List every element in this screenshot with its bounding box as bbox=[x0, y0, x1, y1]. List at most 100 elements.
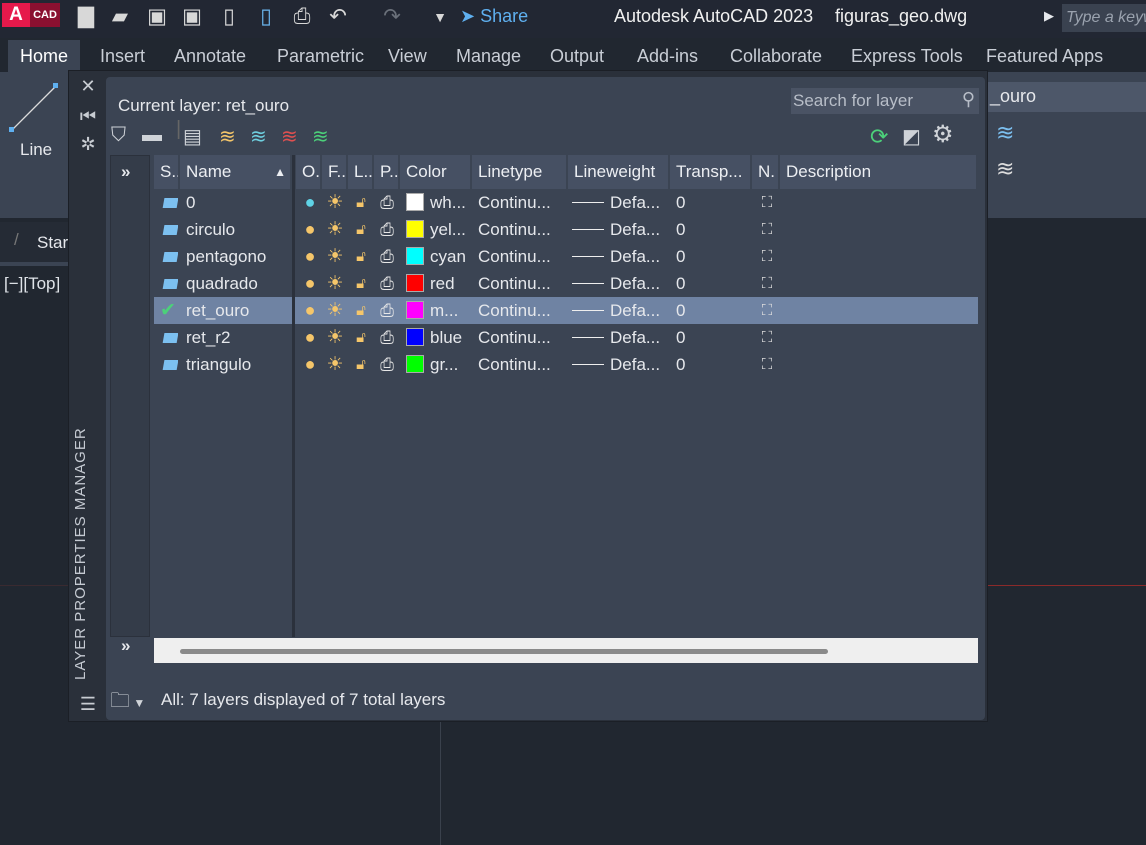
close-icon[interactable]: ✕ bbox=[70, 76, 106, 97]
col-plot[interactable]: P.. bbox=[374, 155, 400, 189]
line-button[interactable]: Line bbox=[0, 72, 68, 218]
set-current-icon[interactable]: ≋ bbox=[312, 124, 329, 149]
layer-row[interactable]: pentagono ● ☀ 🔓︎ ⎙ cyan Continu... Defa... 0 ⛶ bbox=[154, 243, 978, 270]
new-group-filter-icon[interactable]: ▬ bbox=[142, 124, 162, 147]
save-to-mobile-icon[interactable]: ▯ bbox=[254, 5, 278, 29]
layer-row[interactable]: triangulo ● ☀ 🔓︎ ⎙ gr... Continu... Defa... 0 ⛶ bbox=[154, 351, 978, 378]
plot-printer-icon[interactable]: ⎙ bbox=[376, 216, 398, 243]
layer-settings-square-icon[interactable]: ◩ bbox=[902, 124, 921, 149]
layer-name[interactable]: triangulo bbox=[186, 351, 292, 378]
open-folder-icon[interactable]: ▰ bbox=[108, 5, 132, 29]
new-property-filter-icon[interactable]: ⛉ bbox=[111, 124, 126, 147]
share-button[interactable]: ➤ Share bbox=[460, 6, 528, 27]
layer-name[interactable]: ret_ouro bbox=[186, 297, 292, 324]
layer-transparency[interactable]: 0 bbox=[676, 270, 746, 297]
layer-linetype[interactable]: Continu... bbox=[478, 189, 568, 216]
layer-color[interactable]: cyan bbox=[406, 243, 472, 270]
col-description[interactable]: Description bbox=[780, 155, 978, 189]
tab-annotate[interactable]: Annotate bbox=[162, 40, 258, 72]
layer-linetype[interactable]: Continu... bbox=[478, 270, 568, 297]
undo-icon[interactable]: ↶ bbox=[326, 5, 350, 29]
tab-home[interactable]: Home bbox=[8, 40, 81, 72]
layer-name[interactable]: 0 bbox=[186, 189, 292, 216]
plot-printer-icon[interactable]: ⎙ bbox=[376, 243, 398, 270]
new-vp-freeze-icon[interactable]: ⛶ bbox=[756, 324, 778, 351]
thaw-sun-icon[interactable]: ☀ bbox=[324, 351, 346, 378]
tab-parametric[interactable]: Parametric bbox=[265, 40, 376, 72]
settings-gear-icon[interactable]: ⚙ bbox=[932, 120, 954, 149]
layer-lineweight[interactable]: Defa... bbox=[572, 297, 670, 324]
layer-lineweight[interactable]: Defa... bbox=[572, 189, 670, 216]
new-layer-icon[interactable]: ≋ bbox=[219, 124, 236, 149]
plot-icon[interactable]: ⎙ bbox=[290, 5, 314, 29]
tab-addins[interactable]: Add-ins bbox=[625, 40, 710, 72]
plot-printer-icon[interactable]: ⎙ bbox=[376, 324, 398, 351]
new-vp-freeze-icon[interactable]: ⛶ bbox=[756, 189, 778, 216]
layer-lineweight[interactable]: Defa... bbox=[572, 270, 670, 297]
expand-filter-icon[interactable]: » bbox=[121, 162, 130, 182]
on-bulb-icon[interactable]: ● bbox=[300, 324, 320, 351]
layer-dropdown[interactable]: _ouro bbox=[988, 82, 1146, 112]
expand-filter-bottom-icon[interactable]: » bbox=[121, 636, 130, 656]
layer-linetype[interactable]: Continu... bbox=[478, 351, 568, 378]
keyword-search-input[interactable]: Type a keyword bbox=[1062, 4, 1146, 32]
layer-row[interactable]: circulo ● ☀ 🔓︎ ⎙ yel... Continu... Defa... 0 ⛶ bbox=[154, 216, 978, 243]
save-as-icon[interactable]: ▣ bbox=[180, 5, 204, 29]
col-color[interactable]: Color bbox=[400, 155, 472, 189]
match-layer-icon[interactable]: ≋ bbox=[996, 156, 1014, 182]
col-lineweight[interactable]: Lineweight bbox=[568, 155, 670, 189]
col-name[interactable]: Name ▲ bbox=[180, 155, 292, 189]
layer-properties-icon[interactable]: ≋ bbox=[996, 120, 1014, 146]
layer-lineweight[interactable]: Defa... bbox=[572, 324, 670, 351]
layer-color[interactable]: m... bbox=[406, 297, 472, 324]
layer-transparency[interactable]: 0 bbox=[676, 243, 746, 270]
layer-transparency[interactable]: 0 bbox=[676, 297, 746, 324]
layer-name[interactable]: ret_r2 bbox=[186, 324, 292, 351]
layer-color[interactable]: blue bbox=[406, 324, 472, 351]
thaw-sun-icon[interactable]: ☀ bbox=[324, 270, 346, 297]
layer-transparency[interactable]: 0 bbox=[676, 324, 746, 351]
layer-search-input[interactable]: Search for layer ⚲ bbox=[791, 88, 979, 114]
layer-linetype[interactable]: Continu... bbox=[478, 216, 568, 243]
customize-dropdown-icon[interactable]: ▼ bbox=[428, 5, 452, 29]
thaw-sun-icon[interactable]: ☀ bbox=[324, 324, 346, 351]
col-freeze[interactable]: F.. bbox=[322, 155, 348, 189]
new-vp-freeze-icon[interactable]: ⛶ bbox=[756, 270, 778, 297]
new-layer-vp-frozen-icon[interactable]: ≋ bbox=[250, 124, 267, 149]
scrollbar-thumb[interactable] bbox=[180, 649, 828, 654]
layer-row[interactable]: 0 ● ☀ 🔓︎ ⎙ wh... Continu... Defa... 0 ⛶ bbox=[154, 189, 978, 216]
layer-row[interactable]: quadrado ● ☀ 🔓︎ ⎙ red Continu... Defa... 0 ⛶ bbox=[154, 270, 978, 297]
thaw-sun-icon[interactable]: ☀ bbox=[324, 189, 346, 216]
new-vp-freeze-icon[interactable]: ⛶ bbox=[756, 216, 778, 243]
new-vp-freeze-icon[interactable]: ⛶ bbox=[756, 243, 778, 270]
layer-states-manager-icon[interactable]: ▤ bbox=[183, 124, 202, 149]
new-vp-freeze-icon[interactable]: ⛶ bbox=[756, 351, 778, 378]
plot-printer-icon[interactable]: ⎙ bbox=[376, 270, 398, 297]
col-on[interactable]: O. bbox=[296, 155, 322, 189]
new-vp-freeze-icon[interactable]: ⛶ bbox=[756, 297, 778, 324]
layer-linetype[interactable]: Continu... bbox=[478, 243, 568, 270]
layer-color[interactable]: wh... bbox=[406, 189, 472, 216]
open-from-mobile-icon[interactable]: ▯ bbox=[217, 5, 241, 29]
filter-tree-pane[interactable]: » » bbox=[110, 155, 150, 655]
refresh-icon[interactable]: ⟳ bbox=[870, 124, 888, 150]
layer-filter-folder-icon[interactable]: 🗀 ▼ bbox=[110, 686, 145, 720]
layer-linetype[interactable]: Continu... bbox=[478, 324, 568, 351]
layer-states-icon[interactable]: ☰ bbox=[70, 694, 106, 715]
unlock-icon[interactable]: 🔓︎ bbox=[350, 297, 372, 324]
unlock-icon[interactable]: 🔓︎ bbox=[350, 216, 372, 243]
save-icon[interactable]: ▣ bbox=[145, 5, 169, 29]
layer-name[interactable]: quadrado bbox=[186, 270, 292, 297]
auto-hide-icon[interactable]: ⏮ bbox=[70, 106, 106, 127]
app-logo[interactable]: A CAD bbox=[2, 3, 60, 27]
layer-name[interactable]: pentagono bbox=[186, 243, 292, 270]
tab-view[interactable]: View bbox=[376, 40, 439, 72]
col-lock[interactable]: L.. bbox=[348, 155, 374, 189]
unlock-icon[interactable]: 🔓︎ bbox=[350, 243, 372, 270]
layer-color[interactable]: gr... bbox=[406, 351, 472, 378]
layer-lineweight[interactable]: Defa... bbox=[572, 243, 670, 270]
tab-featured-apps[interactable]: Featured Apps bbox=[974, 40, 1115, 72]
viewport-controls[interactable]: [−][Top] bbox=[4, 274, 60, 294]
new-file-icon[interactable]: ▇ bbox=[74, 5, 98, 29]
layer-transparency[interactable]: 0 bbox=[676, 216, 746, 243]
